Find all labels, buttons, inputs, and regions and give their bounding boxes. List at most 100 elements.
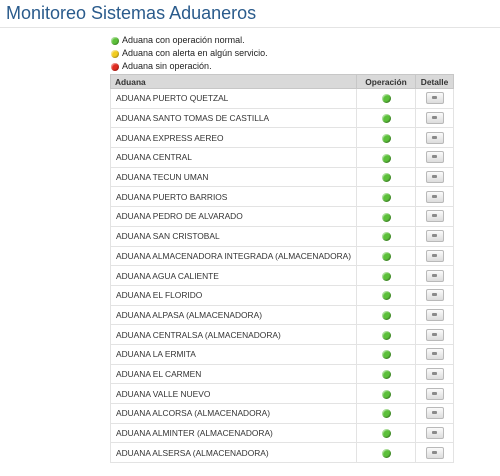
- detail-icon: [431, 116, 437, 120]
- aduana-name: ADUANA VALLE NUEVO: [109, 383, 358, 404]
- table-row: ADUANA EXPRESS AEREO: [109, 127, 454, 149]
- detail-cell: [415, 442, 454, 464]
- status-indicator-icon: [381, 173, 391, 183]
- detail-button[interactable]: [425, 348, 444, 361]
- aduana-name: ADUANA ALMACENADORA INTEGRADA (ALMACENAD…: [109, 246, 358, 267]
- detail-button[interactable]: [425, 427, 444, 440]
- detail-icon: [431, 175, 437, 179]
- detail-button[interactable]: [425, 112, 444, 125]
- status-indicator-icon: [381, 389, 391, 399]
- detail-cell: [415, 265, 454, 286]
- detail-button[interactable]: [425, 210, 444, 223]
- legend-label: Aduana con alerta en algún servicio.: [122, 48, 268, 58]
- detail-button[interactable]: [425, 171, 444, 184]
- detail-icon: [431, 155, 437, 159]
- table-row: ADUANA LA ERMITA: [109, 344, 454, 365]
- detail-cell: [415, 186, 454, 208]
- aduana-name: ADUANA ALPASA (ALMACENADORA): [109, 305, 358, 326]
- operation-cell: [356, 186, 417, 208]
- detail-button[interactable]: [425, 308, 444, 321]
- detail-button[interactable]: [425, 190, 444, 203]
- detail-icon: [431, 273, 437, 277]
- operation-cell: [356, 127, 417, 149]
- table-row: ADUANA ALPASA (ALMACENADORA): [109, 305, 454, 326]
- table-row: ADUANA SAN CRISTOBAL: [109, 226, 454, 247]
- aduana-name: ADUANA SAN CRISTOBAL: [109, 226, 358, 247]
- legend-label: Aduana sin operación.: [122, 61, 212, 71]
- operation-cell: [356, 324, 417, 345]
- detail-cell: [415, 423, 454, 444]
- column-header-operacion: Operación: [356, 74, 417, 89]
- operation-cell: [356, 246, 417, 267]
- operation-cell: [356, 364, 417, 385]
- operation-cell: [356, 108, 417, 129]
- table-row: ADUANA VALLE NUEVO: [109, 383, 454, 404]
- column-header-detalle: Detalle: [415, 74, 454, 89]
- detail-cell: [415, 285, 454, 306]
- aduana-name: ADUANA PEDRO DE ALVARADO: [109, 206, 358, 227]
- table-row: ADUANA EL CARMEN: [109, 364, 454, 385]
- status-indicator-icon: [381, 212, 391, 222]
- legend-item-alert: Aduana con alerta en algún servicio.: [111, 47, 268, 60]
- status-indicator-icon: [381, 133, 391, 143]
- status-indicator-icon: [381, 114, 391, 124]
- status-indicator-icon: [381, 291, 391, 301]
- detail-icon: [431, 293, 437, 297]
- aduana-name: ADUANA CENTRALSA (ALMACENADORA): [109, 324, 358, 345]
- red-status-icon: [111, 62, 119, 71]
- table-row: ADUANA AGUA CALIENTE: [109, 265, 454, 286]
- table-row: ADUANA CENTRAL: [109, 147, 454, 168]
- detail-button[interactable]: [425, 407, 444, 420]
- detail-cell: [415, 127, 454, 149]
- detail-cell: [415, 167, 454, 188]
- table-row: ADUANA CENTRALSA (ALMACENADORA): [109, 324, 454, 345]
- detail-icon: [431, 431, 437, 435]
- detail-cell: [415, 344, 454, 365]
- page-title: Monitoreo Sistemas Aduaneros: [6, 3, 257, 23]
- status-indicator-icon: [381, 311, 391, 321]
- detail-icon: [431, 411, 437, 415]
- aduana-name: ADUANA TECUN UMAN: [109, 167, 358, 188]
- legend-label: Aduana con operación normal.: [122, 35, 245, 45]
- detail-cell: [415, 403, 454, 424]
- detail-button[interactable]: [425, 289, 444, 302]
- status-indicator-icon: [381, 370, 391, 380]
- detail-button[interactable]: [425, 249, 444, 262]
- detail-cell: [415, 383, 454, 404]
- detail-cell: [415, 305, 454, 326]
- status-legend: Aduana con operación normal. Aduana con …: [111, 34, 268, 73]
- aduana-name: ADUANA PUERTO BARRIOS: [109, 186, 358, 208]
- detail-button[interactable]: [425, 367, 444, 380]
- detail-icon: [431, 312, 437, 316]
- status-indicator-icon: [381, 251, 391, 261]
- customs-status-table: Aduana Operación Detalle ADUANA PUERTO Q…: [109, 74, 454, 464]
- detail-icon: [431, 450, 437, 454]
- detail-button[interactable]: [425, 230, 444, 243]
- table-row: ADUANA ALMACENADORA INTEGRADA (ALMACENAD…: [109, 246, 454, 267]
- operation-cell: [356, 88, 417, 109]
- detail-icon: [431, 332, 437, 336]
- operation-cell: [356, 305, 417, 326]
- detail-button[interactable]: [425, 92, 444, 105]
- detail-icon: [431, 391, 437, 395]
- aduana-name: ADUANA PUERTO QUETZAL: [109, 88, 358, 109]
- detail-button[interactable]: [425, 387, 444, 400]
- detail-icon: [431, 96, 437, 100]
- aduana-name: ADUANA EL CARMEN: [109, 364, 358, 385]
- table-row: ADUANA EL FLORIDO: [109, 285, 454, 306]
- detail-button[interactable]: [425, 131, 444, 144]
- operation-cell: [356, 344, 417, 365]
- table-row: ADUANA SANTO TOMAS DE CASTILLA: [109, 108, 454, 129]
- detail-button[interactable]: [425, 446, 444, 459]
- status-indicator-icon: [381, 153, 391, 163]
- detail-button[interactable]: [425, 151, 444, 164]
- operation-cell: [356, 403, 417, 424]
- operation-cell: [356, 206, 417, 227]
- detail-cell: [415, 108, 454, 129]
- detail-button[interactable]: [425, 328, 444, 341]
- detail-cell: [415, 246, 454, 267]
- status-indicator-icon: [381, 448, 391, 458]
- status-indicator-icon: [381, 271, 391, 281]
- detail-button[interactable]: [425, 269, 444, 282]
- table-row: ADUANA ALSERSA (ALMACENADORA): [109, 442, 454, 464]
